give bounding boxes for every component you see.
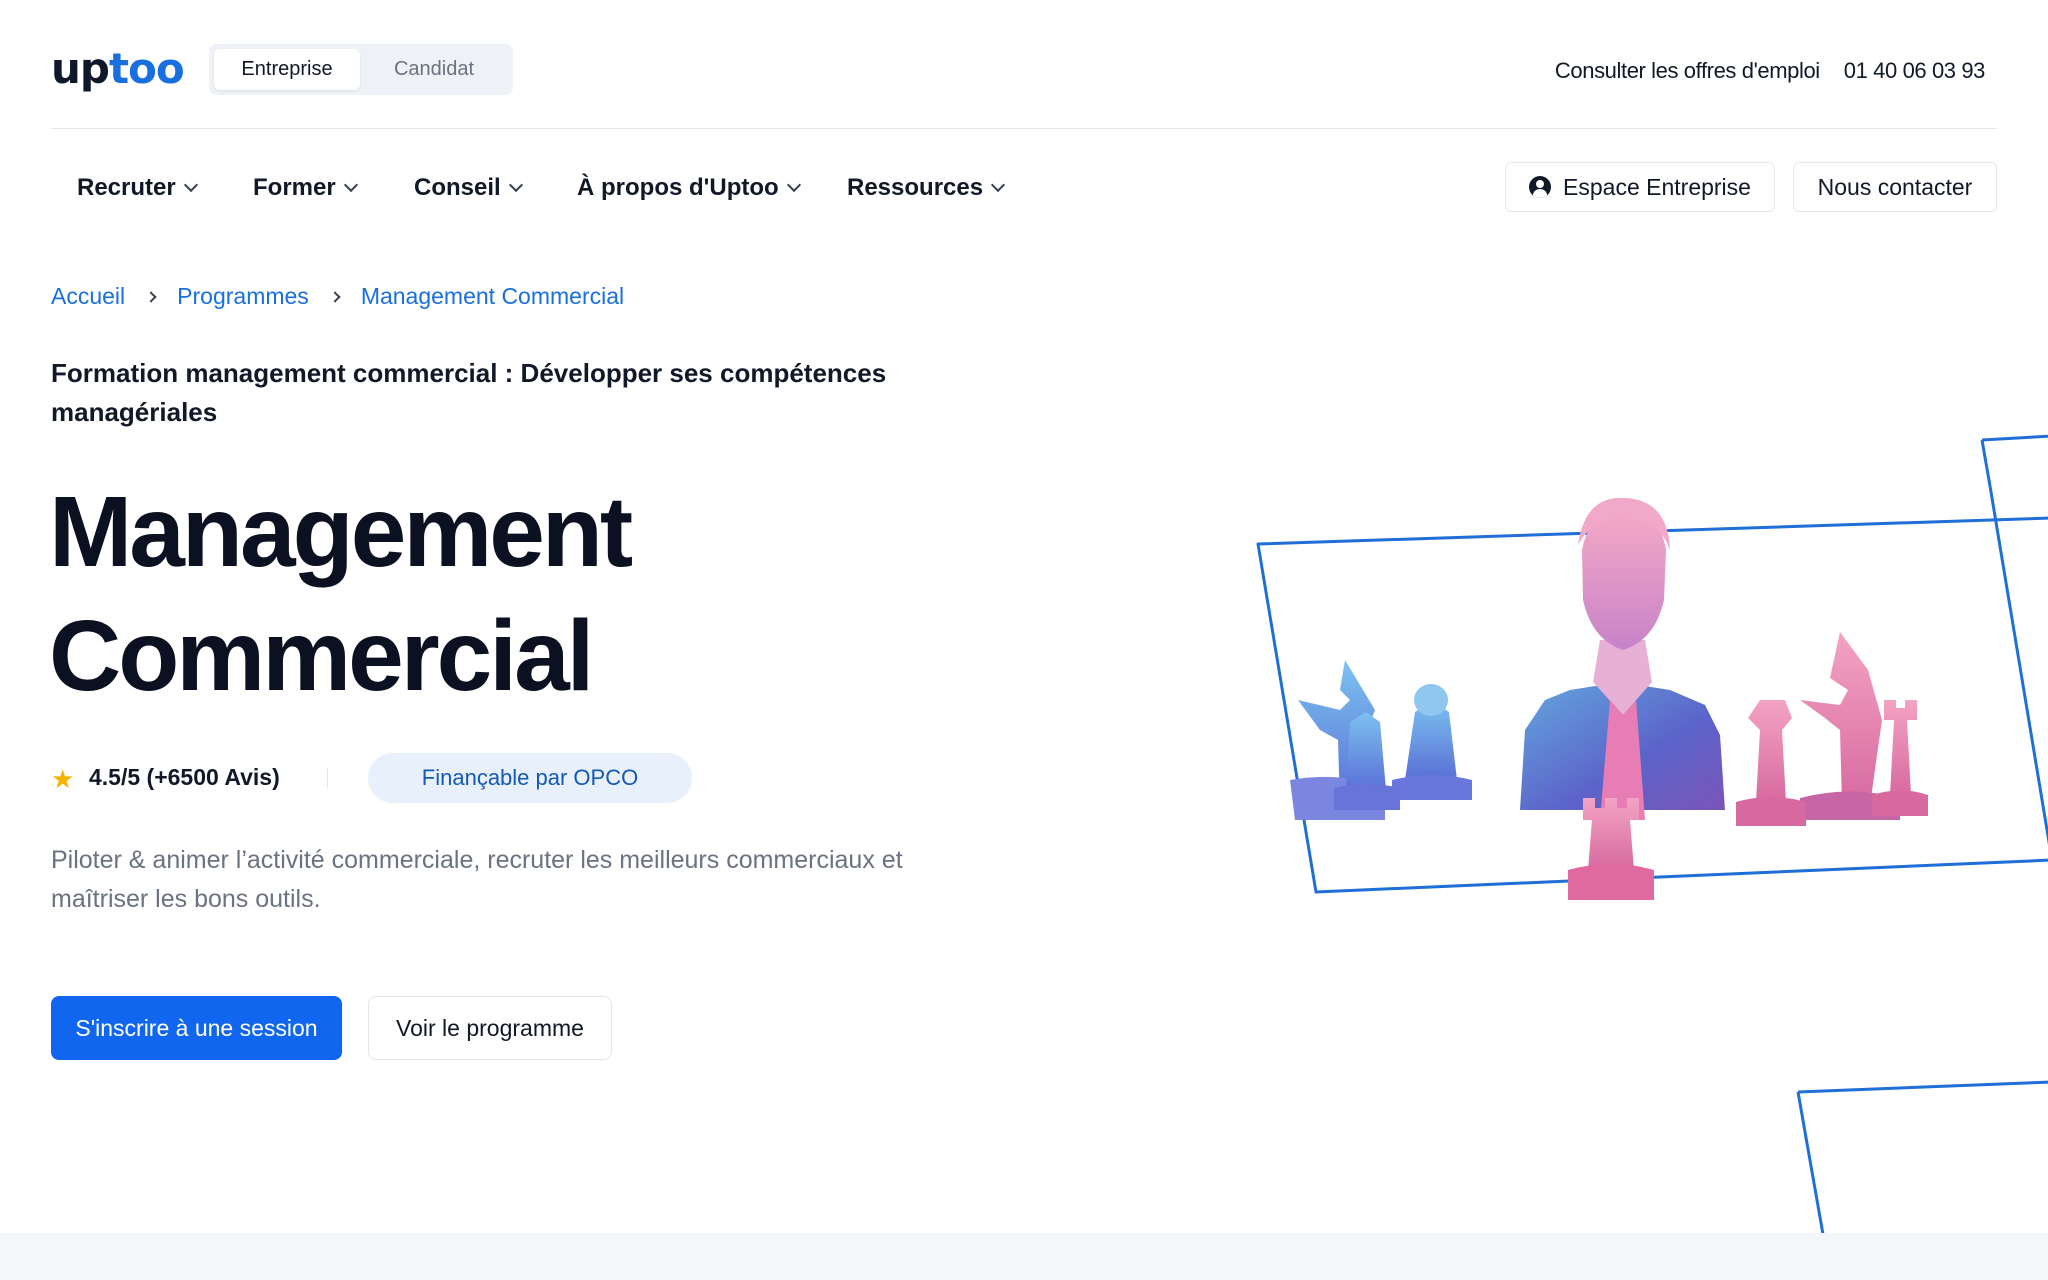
breadcrumb: Accueil Programmes Management Commercial [51, 283, 624, 310]
contact-button[interactable]: Nous contacter [1793, 162, 1997, 212]
uptoo-logo[interactable]: uptoo [51, 48, 185, 90]
businessman-bust [1520, 497, 1725, 820]
nav-item-recruter[interactable]: Recruter [77, 174, 198, 202]
chess-illustration [1256, 434, 2048, 1240]
chevron-down-icon [991, 177, 1006, 193]
main-nav: Recruter Former Conseil À propos d'Uptoo… [51, 160, 1997, 214]
footer-band [0, 1233, 2048, 1280]
breadcrumb-programmes[interactable]: Programmes [177, 283, 309, 310]
espace-entreprise-button[interactable]: Espace Entreprise [1505, 162, 1775, 212]
nav-item-ressources[interactable]: Ressources [847, 174, 1006, 202]
switch-entreprise[interactable]: Entreprise [214, 49, 360, 90]
audience-switch: Entreprise Candidat [209, 44, 513, 95]
chevron-right-icon [145, 290, 157, 303]
user-circle-icon [1529, 176, 1552, 198]
top-right-links: Consulter les offres d'emploi 01 40 06 0… [1555, 58, 1985, 84]
header-divider [51, 128, 1997, 129]
rating-row: ★ 4.5/5 (+6500 Avis) Finançable par OPCO [51, 752, 751, 803]
nav-item-former[interactable]: Former [253, 174, 358, 202]
star-icon: ★ [51, 764, 75, 794]
opco-badge: Finançable par OPCO [368, 753, 692, 803]
page-title: Management Commercial [49, 476, 633, 712]
chevron-down-icon [786, 177, 801, 193]
switch-candidat[interactable]: Candidat [360, 49, 508, 90]
rating-text: 4.5/5 (+6500 Avis) [89, 764, 280, 790]
nav-item-a-propos[interactable]: À propos d'Uptoo [577, 174, 801, 202]
chevron-down-icon [183, 177, 198, 193]
chevron-down-icon [508, 177, 523, 193]
breadcrumb-accueil[interactable]: Accueil [51, 283, 125, 310]
page-subtitle: Formation management commercial : Dévelo… [51, 358, 887, 427]
nav-item-conseil[interactable]: Conseil [414, 174, 523, 202]
job-offers-link[interactable]: Consulter les offres d'emploi [1555, 58, 1820, 84]
chevron-down-icon [343, 177, 358, 193]
breadcrumb-current[interactable]: Management Commercial [361, 283, 624, 310]
chevron-right-icon [329, 290, 341, 303]
top-bar: uptoo Entreprise Candidat Consulter les … [51, 36, 1997, 128]
register-session-button[interactable]: S'inscrire à une session [51, 996, 342, 1060]
view-program-button[interactable]: Voir le programme [368, 996, 612, 1060]
rating-divider [327, 768, 328, 788]
hero-description: Piloter & animer l’activité commerciale,… [51, 846, 903, 913]
phone-link[interactable]: 01 40 06 03 93 [1844, 58, 1986, 84]
